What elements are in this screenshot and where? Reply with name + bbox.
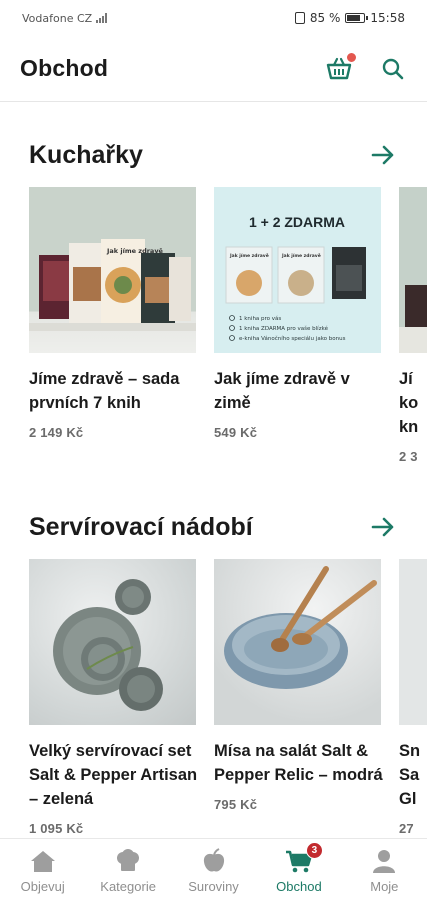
nfc-icon — [294, 12, 305, 24]
nav-item-moje[interactable]: Moje — [342, 839, 427, 900]
search-button[interactable] — [379, 55, 407, 83]
section-serveware: Servírovací nádobí Velký servírovací set… — [0, 507, 427, 838]
promo-headline: 1 + 2 ZDARMA — [249, 214, 345, 230]
product-title: Mísa na salát Salt & Pepper Relic – modr… — [214, 742, 383, 784]
chef-hat-icon — [113, 848, 143, 874]
page-title: Obchod — [20, 55, 109, 81]
product-card[interactable]: Velký servírovací set Salt & Pepper Arti… — [29, 559, 197, 836]
battery-percent: 85 % — [309, 11, 341, 25]
cover-text: Jak jíme zdravě — [229, 252, 269, 259]
nav-label: Objevuj — [20, 879, 65, 894]
plates-illustration — [53, 579, 163, 711]
product-price: 549 Kč — [214, 425, 258, 440]
product-card-partial[interactable]: Jí ko kn 2 3 — [399, 187, 427, 464]
status-right: 85 % 15:58 — [294, 11, 405, 25]
arrow-right-icon — [371, 517, 394, 537]
nav-item-suroviny[interactable]: Suroviny — [171, 839, 256, 900]
product-card[interactable]: Mísa na salát Salt & Pepper Relic – modr… — [214, 559, 383, 812]
bottom-navigation: Objevuj Kategorie Suroviny 3 Obchod Moje — [0, 838, 427, 900]
nav-item-obchod[interactable]: 3 Obchod — [256, 839, 341, 900]
product-title-text: Sn Sa Gl — [399, 742, 421, 808]
product-carousel[interactable]: Velký servírovací set Salt & Pepper Arti… — [0, 559, 427, 838]
promo-line: e-kniha Vánočního speciálu jako bonus — [239, 335, 346, 342]
nav-label: Kategorie — [100, 879, 156, 894]
user-icon — [369, 848, 399, 874]
clock: 15:58 — [370, 11, 405, 25]
section-header: Servírovací nádobí — [0, 507, 427, 547]
product-image: Jak jíme zdravě — [29, 187, 196, 353]
product-price: 2 3 — [399, 449, 418, 464]
home-icon — [28, 848, 58, 874]
product-image — [399, 559, 427, 725]
product-image: 1 + 2 ZDARMA Jak jíme zdravě Jak jíme zd… — [214, 187, 381, 353]
section-cookbooks: Kuchařky Jak jíme zdravě Jíme zdravě – s… — [0, 135, 427, 487]
section-more-button[interactable] — [369, 141, 397, 169]
header-actions — [325, 51, 407, 83]
product-card-partial[interactable]: Sn Sa Gl 27 — [399, 559, 427, 836]
product-price: 795 Kč — [214, 797, 258, 812]
product-image — [399, 187, 427, 353]
nav-item-kategorie[interactable]: Kategorie — [85, 839, 170, 900]
app-header: Obchod — [0, 36, 427, 102]
product-image — [214, 559, 381, 725]
promo-line: 1 kniha ZDARMA pro vaše blízké — [239, 325, 329, 332]
arrow-right-icon — [371, 145, 394, 165]
product-title: Jíme zdravě – sada prvních 7 knih — [29, 370, 180, 412]
status-bar: Vodafone CZ 85 % 15:58 — [0, 0, 427, 36]
bowl-illustration — [224, 566, 377, 689]
promo-illustration: 1 + 2 ZDARMA Jak jíme zdravě Jak jíme zd… — [225, 214, 366, 342]
partial-image — [399, 285, 427, 353]
product-title: Jak jíme zdravě v zimě — [214, 370, 350, 412]
shop-content[interactable]: Kuchařky Jak jíme zdravě Jíme zdravě – s… — [0, 103, 427, 838]
nav-label: Suroviny — [188, 879, 239, 894]
cart-notification-dot — [346, 51, 357, 63]
product-carousel[interactable]: Jak jíme zdravě Jíme zdravě – sada první… — [0, 187, 427, 487]
cover-text: Jak jíme zdravě — [281, 252, 321, 259]
product-title: Velký servírovací set Salt & Pepper Arti… — [29, 742, 198, 808]
search-icon — [382, 58, 404, 79]
product-card[interactable]: Jak jíme zdravě Jíme zdravě – sada první… — [29, 187, 196, 440]
app-screen: Vodafone CZ 85 % 15:58 Obchod Kuchařky J… — [0, 0, 427, 900]
promo-line: 1 kniha pro vás — [239, 315, 281, 322]
basket-button[interactable] — [325, 51, 357, 83]
section-more-button[interactable] — [369, 513, 397, 541]
apple-icon — [199, 848, 229, 874]
cookbook-set-illustration: Jak jíme zdravě — [29, 239, 196, 331]
section-header: Kuchařky — [0, 135, 427, 175]
product-title: Jí ko kn — [399, 367, 427, 439]
product-image — [29, 559, 196, 725]
carrier-label: Vodafone CZ — [22, 11, 93, 25]
product-card[interactable]: 1 + 2 ZDARMA Jak jíme zdravě Jak jíme zd… — [214, 187, 381, 440]
battery-icon — [345, 13, 369, 23]
section-title: Kuchařky — [29, 140, 143, 169]
cart-icon: 3 — [284, 842, 323, 874]
product-price: 1 095 Kč — [29, 821, 84, 836]
product-title-text: Jí ko kn — [399, 370, 419, 436]
nav-item-objevuj[interactable]: Objevuj — [0, 839, 85, 900]
signal-icon — [96, 13, 108, 23]
cart-count-badge: 3 — [305, 842, 323, 859]
nav-label: Obchod — [276, 879, 322, 894]
product-price: 2 149 Kč — [29, 425, 84, 440]
status-left: Vodafone CZ — [22, 11, 108, 25]
nav-label: Moje — [370, 879, 399, 894]
product-price: 27 — [399, 821, 414, 836]
product-title: Sn Sa Gl — [399, 739, 427, 811]
section-title: Servírovací nádobí — [29, 512, 253, 541]
